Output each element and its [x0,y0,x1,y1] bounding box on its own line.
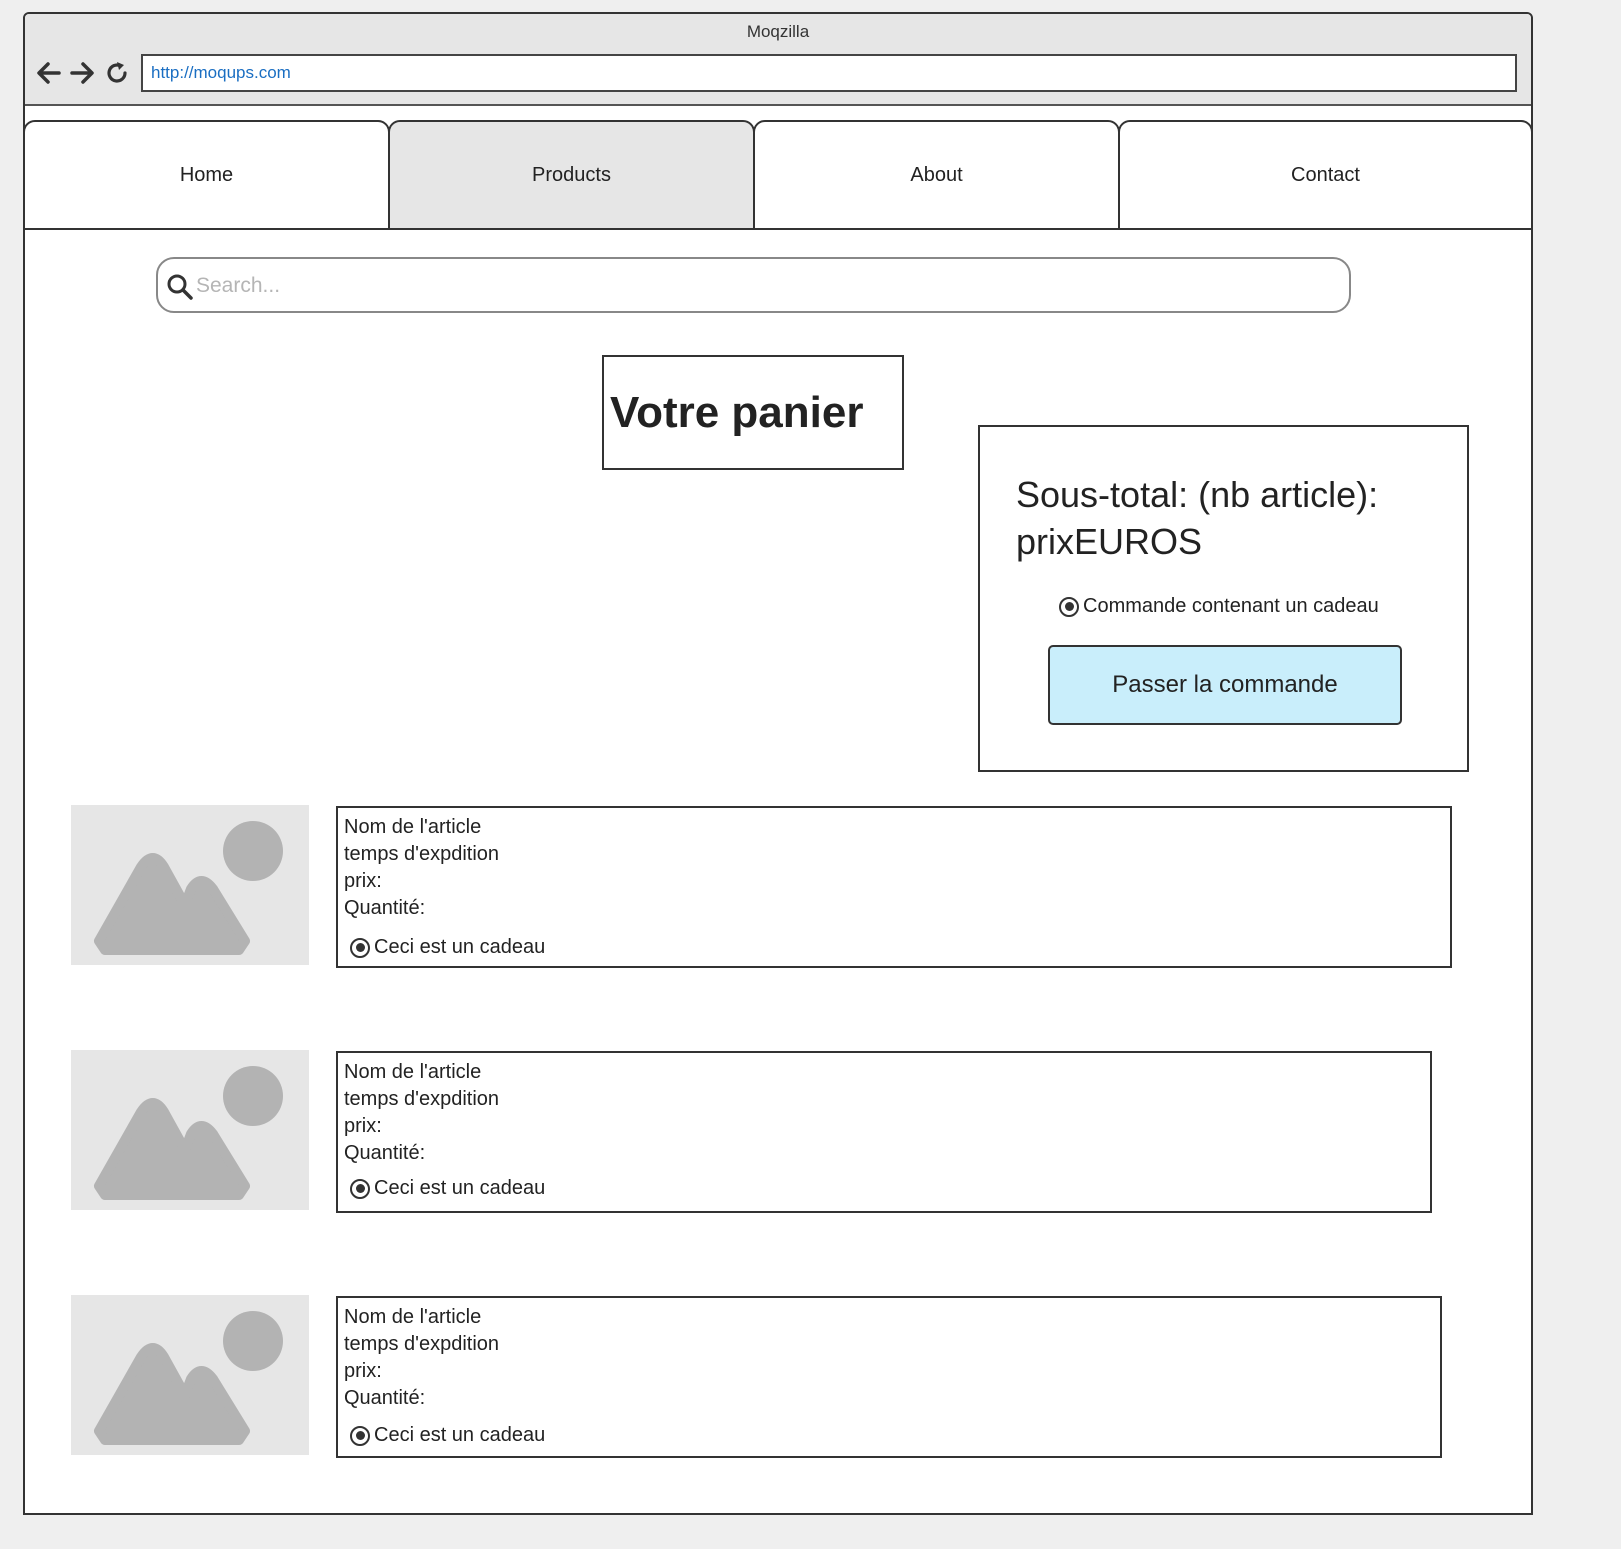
item-quantity: Quantité: [344,1387,426,1409]
browser-window: Moqzilla http://moqups.com Home Products… [23,12,1533,1515]
tab-contact[interactable]: Contact [1118,120,1531,230]
tab-label: About [910,163,963,186]
url-bar[interactable]: http://moqups.com [141,54,1517,92]
cart-item: Nom de l'article temps d'expdition prix:… [336,806,1452,968]
browser-titlebar: Moqzilla http://moqups.com [25,14,1531,106]
item-name: Nom de l'article [344,816,482,838]
item-shipping-time: temps d'expdition [344,1333,500,1355]
main-nav-tabs: Home Products About Contact [25,120,1531,230]
radio-selected-dot [355,943,365,952]
gift-item-option[interactable]: Ceci est un cadeau [350,936,545,959]
radio-selected-dot [355,1431,365,1440]
gift-item-radio[interactable] [350,1178,370,1199]
gift-order-label: Commande contenant un cadeau [1083,595,1379,617]
gift-item-label: Ceci est un cadeau [374,1424,546,1446]
item-price: prix: [344,1115,382,1137]
item-shipping-time: temps d'expdition [344,1088,500,1110]
gift-item-label: Ceci est un cadeau [374,1177,546,1199]
product-image-placeholder [71,1050,309,1210]
gift-item-radio[interactable] [350,937,370,958]
arrow-left-icon[interactable] [35,59,63,87]
gift-item-label: Ceci est un cadeau [374,936,546,958]
arrow-right-icon[interactable] [68,59,96,87]
gift-order-radio[interactable] [1059,596,1079,617]
gift-item-radio[interactable] [350,1425,370,1446]
reload-icon[interactable] [103,59,131,87]
item-details: Nom de l'article temps d'expdition prix:… [344,814,499,922]
search-icon [167,274,193,300]
search-bar[interactable] [156,257,1351,313]
gift-item-option[interactable]: Ceci est un cadeau [350,1424,545,1447]
item-details: Nom de l'article temps d'expdition prix:… [344,1059,499,1167]
item-name: Nom de l'article [344,1061,482,1083]
radio-selected-dot [355,1184,365,1193]
item-price: prix: [344,870,382,892]
product-image-placeholder [71,1295,309,1455]
radio-selected-dot [1064,602,1074,611]
subtotal-price: prixEUROS [1016,521,1203,562]
item-name: Nom de l'article [344,1306,482,1328]
search-input[interactable] [194,265,1328,307]
gift-order-option[interactable]: Commande contenant un cadeau [1059,595,1379,618]
place-order-button[interactable]: Passer la commande [1048,645,1402,725]
tab-home[interactable]: Home [25,120,390,230]
item-details: Nom de l'article temps d'expdition prix:… [344,1304,499,1412]
window-title: Moqzilla [746,22,810,41]
page-title: Votre panier [602,355,904,470]
item-shipping-time: temps d'expdition [344,843,500,865]
cart-summary-box: Sous-total: (nb article): prixEUROS Comm… [978,425,1469,772]
tab-label: Contact [1291,163,1360,186]
tab-about[interactable]: About [753,120,1120,230]
item-price: prix: [344,1360,382,1382]
item-quantity: Quantité: [344,1142,426,1164]
cart-item: Nom de l'article temps d'expdition prix:… [336,1296,1442,1458]
subtotal-label: Sous-total: (nb article): [1016,474,1379,515]
gift-item-option[interactable]: Ceci est un cadeau [350,1177,545,1200]
item-quantity: Quantité: [344,897,426,919]
tab-label: Home [179,163,234,186]
tab-products[interactable]: Products [388,120,755,230]
subtotal-text: Sous-total: (nb article): prixEUROS [1016,471,1446,565]
product-image-placeholder [71,805,309,965]
cart-item: Nom de l'article temps d'expdition prix:… [336,1051,1432,1213]
tab-label: Products [532,163,611,186]
